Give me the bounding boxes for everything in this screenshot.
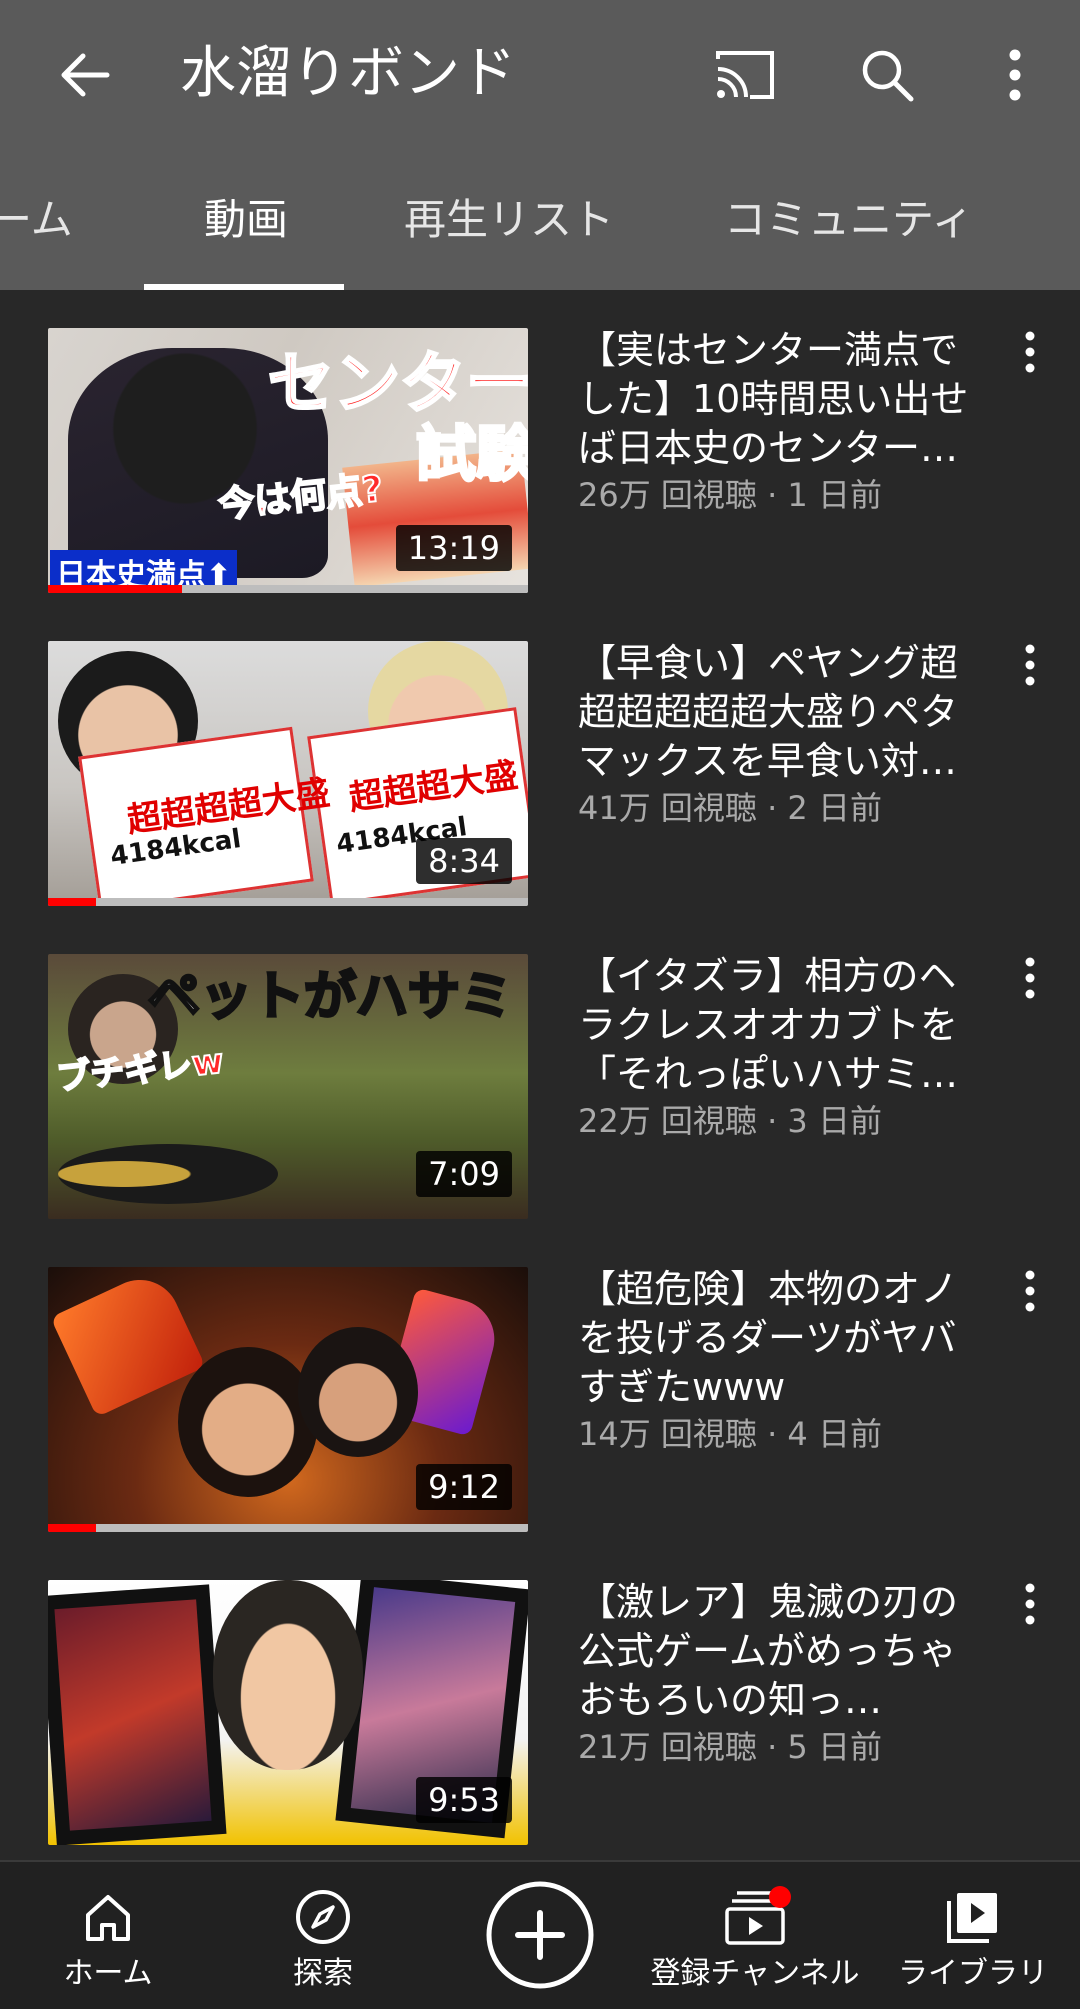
library-icon (943, 1884, 1003, 1950)
video-info: 【超危険】本物のオノを投げるダーツがヤバすぎたwww 14万 回視聴 · 4 日… (578, 1265, 978, 1456)
video-info: 【激レア】鬼滅の刃の公式ゲームがめっちゃおもろいの知っ… 21万 回視聴 · 5… (578, 1578, 978, 1769)
home-icon (80, 1884, 136, 1950)
nav-library[interactable]: ライブラリ (898, 1862, 1048, 2009)
thumbnail-caption: 試験 (415, 419, 529, 492)
video-duration: 13:19 (395, 525, 512, 571)
nav-create[interactable] (480, 1862, 600, 2009)
video-menu-button[interactable] (1000, 1582, 1060, 1652)
video-item[interactable]: センター 試験 今は何点? 日本史満点⬆ 13:19 【実はセンター満点でした】… (0, 290, 1080, 603)
nav-label: ライブラリ (898, 1956, 1048, 1991)
nav-label: 探索 (293, 1956, 353, 1991)
video-title[interactable]: 【早食い】ペヤング超超超超超超大盛りペタマックスを早食い対… (578, 639, 978, 786)
tab-playlists[interactable]: 再生リスト (404, 190, 614, 250)
video-thumbnail[interactable]: センター 試験 今は何点? 日本史満点⬆ 13:19 (48, 328, 528, 593)
more-vert-icon (1025, 644, 1035, 686)
subscriptions-icon (723, 1884, 791, 1950)
watch-progress-fill (48, 585, 183, 593)
thumbnail-card (48, 1584, 227, 1845)
video-item[interactable]: ペットがハサミ ブチギレw 7:09 【イタズラ】相方のヘラクレスオオカブトを「… (0, 916, 1080, 1229)
video-title[interactable]: 【実はセンター満点でした】10時間思い出せば日本史のセンター… (578, 326, 978, 473)
nav-label: 登録チャンネル (650, 1956, 860, 1991)
video-meta: 22万 回視聴 · 3 日前 (578, 1102, 882, 1140)
more-options-button[interactable] (970, 30, 1060, 120)
video-meta: 14万 回視聴 · 4 日前 (578, 1415, 882, 1453)
tab-community[interactable]: コミュニティ (724, 190, 973, 250)
nav-explore[interactable]: 探索 (262, 1862, 384, 2009)
thumbnail-figure (178, 1347, 318, 1497)
video-menu-button[interactable] (1000, 643, 1060, 713)
channel-title: 水溜りボンド (180, 41, 516, 106)
video-thumbnail[interactable]: 9:53 (48, 1580, 528, 1845)
video-menu-button[interactable] (1000, 956, 1060, 1026)
notification-badge (769, 1886, 791, 1908)
video-info: 【イタズラ】相方のヘラクレスオオカブトを「それっぽいハサミ… 22万 回視聴 ·… (578, 952, 978, 1143)
back-button[interactable] (40, 30, 130, 120)
video-duration: 7:09 (416, 1151, 512, 1197)
top-bar: 水溜りボンド (0, 0, 1080, 150)
app-header: 水溜りボンド ホーム 動画 再生リスト コミュニ (0, 0, 1080, 290)
more-vert-icon (1025, 1270, 1035, 1312)
more-vert-icon (1025, 957, 1035, 999)
search-button[interactable] (842, 30, 932, 120)
search-icon (862, 50, 914, 102)
cast-icon (716, 51, 774, 99)
video-menu-button[interactable] (1000, 330, 1060, 400)
watch-progress-fill (48, 1524, 96, 1532)
watch-progress-track (48, 585, 528, 593)
video-item[interactable]: 9:12 【超危険】本物のオノを投げるダーツがヤバすぎたwww 14万 回視聴 … (0, 1229, 1080, 1542)
video-title[interactable]: 【イタズラ】相方のヘラクレスオオカブトを「それっぽいハサミ… (578, 952, 978, 1099)
video-item[interactable]: 9:53 【激レア】鬼滅の刃の公式ゲームがめっちゃおもろいの知っ… 21万 回視… (0, 1542, 1080, 1855)
thumbnail-figure (298, 1327, 418, 1457)
video-title[interactable]: 【激レア】鬼滅の刃の公式ゲームがめっちゃおもろいの知っ… (578, 1578, 978, 1725)
tab-videos[interactable]: 動画 (204, 190, 288, 250)
thumbnail-caption: ペットがハサミ (146, 966, 513, 1029)
nav-home[interactable]: ホーム (40, 1862, 176, 2009)
thumbnail-figure (213, 1580, 363, 1770)
nav-subscriptions[interactable]: 登録チャンネル (640, 1862, 870, 2009)
more-vert-icon (1025, 1583, 1035, 1625)
video-item[interactable]: 超超超超大盛 4184kcal 超超超大盛 4184kcal 8:34 【早食い… (0, 603, 1080, 916)
video-thumbnail[interactable]: 9:12 (48, 1267, 528, 1532)
more-vert-icon (1025, 331, 1035, 373)
bottom-navigation: ホーム 探索 登録チャンネル ライブラリ (0, 1860, 1080, 2009)
watch-progress-track (48, 1524, 528, 1532)
watch-progress-track (48, 898, 528, 906)
video-info: 【実はセンター満点でした】10時間思い出せば日本史のセンター… 26万 回視聴 … (578, 326, 978, 517)
video-thumbnail[interactable]: 超超超超大盛 4184kcal 超超超大盛 4184kcal 8:34 (48, 641, 528, 906)
video-info: 【早食い】ペヤング超超超超超超大盛りペタマックスを早食い対… 41万 回視聴 ·… (578, 639, 978, 830)
video-title[interactable]: 【超危険】本物のオノを投げるダーツがヤバすぎたwww (578, 1265, 978, 1412)
thumbnail-beetle (58, 1144, 278, 1204)
video-duration: 8:34 (416, 838, 512, 884)
nav-label: ホーム (63, 1956, 153, 1991)
video-menu-button[interactable] (1000, 1269, 1060, 1339)
video-meta: 21万 回視聴 · 5 日前 (578, 1728, 882, 1766)
arrow-back-icon (61, 53, 110, 97)
channel-tabs: ホーム 動画 再生リスト コミュニティ (0, 150, 1080, 290)
create-plus-icon (485, 1880, 595, 1990)
watch-progress-fill (48, 898, 96, 906)
more-vert-icon (1009, 49, 1021, 101)
video-meta: 26万 回視聴 · 1 日前 (578, 476, 882, 514)
video-duration: 9:53 (416, 1777, 512, 1823)
video-thumbnail[interactable]: ペットがハサミ ブチギレw 7:09 (48, 954, 528, 1219)
tab-home[interactable]: ホーム (0, 190, 73, 250)
explore-icon (293, 1884, 353, 1950)
video-meta: 41万 回視聴 · 2 日前 (578, 789, 882, 827)
video-duration: 9:12 (416, 1464, 512, 1510)
cast-button[interactable] (700, 30, 790, 120)
video-list: センター 試験 今は何点? 日本史満点⬆ 13:19 【実はセンター満点でした】… (0, 290, 1080, 1860)
